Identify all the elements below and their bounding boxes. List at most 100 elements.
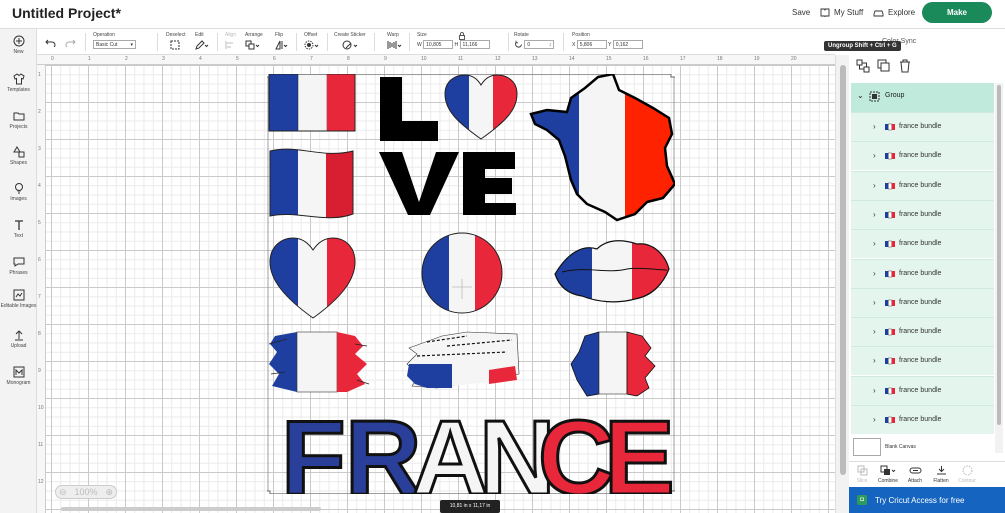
ruler-tick-label: 6	[273, 56, 276, 62]
sidebar-item-editable-images[interactable]: Editable Images	[0, 289, 37, 309]
zoom-in-button[interactable]: ⊕	[105, 487, 113, 498]
explore-button[interactable]: Explore	[873, 8, 915, 17]
layer-row[interactable]: › france bundle	[851, 317, 994, 347]
width-input[interactable]: 10,805	[423, 40, 454, 49]
y-input[interactable]: 0,162	[612, 40, 643, 49]
layer-row[interactable]: › france bundle	[851, 199, 994, 229]
operation-select[interactable]: Basic Cut ▾	[93, 40, 136, 49]
ruler-tick-label: 7	[38, 294, 41, 300]
ruler-tick-label: 1	[38, 72, 41, 78]
layer-group-row[interactable]: ⌄ Group	[851, 83, 994, 112]
chevron-down-icon[interactable]: ⌄	[857, 91, 864, 100]
toolbar-divider	[217, 33, 218, 51]
slice-button[interactable]: Slice	[849, 465, 875, 484]
france-bundle-design[interactable]: F R A N C E	[267, 74, 675, 494]
brush-flag-3	[570, 331, 656, 397]
x-input[interactable]: 5,806	[576, 40, 607, 49]
edit-button[interactable]: Edit	[195, 32, 209, 50]
operation-group: Operation Basic Cut ▾	[93, 32, 136, 49]
layer-label: france bundle	[899, 240, 942, 248]
sidebar-item-text[interactable]: Text	[0, 219, 37, 239]
height-input[interactable]: 11,166	[459, 40, 490, 49]
combine-button[interactable]: Combine	[875, 465, 901, 484]
horizontal-scrollbar[interactable]	[46, 505, 835, 513]
deselect-button[interactable]: Deselect	[166, 32, 186, 50]
my-stuff-button[interactable]: My Stuff	[820, 8, 863, 17]
sidebar-item-new[interactable]: New	[0, 35, 37, 55]
create-sticker-label: Create Sticker	[334, 32, 366, 38]
align-icon	[225, 41, 233, 49]
chevron-right-icon[interactable]: ›	[873, 122, 876, 131]
chevron-right-icon[interactable]: ›	[873, 415, 876, 424]
chevron-right-icon[interactable]: ›	[873, 151, 876, 160]
ruler-tick-label: 3	[162, 56, 165, 62]
flip-button[interactable]: Flip	[275, 32, 288, 50]
ruler-tick-label: 8	[38, 331, 41, 337]
chevron-right-icon[interactable]: ›	[873, 210, 876, 219]
align-label: Align	[225, 32, 237, 38]
chevron-right-icon[interactable]: ›	[873, 386, 876, 395]
layer-row[interactable]: › france bundle	[851, 141, 994, 171]
layer-row[interactable]: › france bundle	[851, 287, 994, 317]
layers-scrollbar[interactable]	[995, 83, 1003, 453]
sidebar-item-phrases[interactable]: Phrases	[0, 256, 37, 276]
rotate-input[interactable]: 0 ↕	[524, 40, 555, 49]
layer-row[interactable]: › france bundle	[851, 112, 994, 141]
warp-button[interactable]: Warp	[387, 32, 402, 49]
sidebar-item-upload[interactable]: Upload	[0, 329, 37, 349]
chevron-right-icon[interactable]: ›	[873, 298, 876, 307]
ruler-tick-label: 16	[643, 56, 649, 62]
align-button[interactable]: Align	[225, 32, 237, 49]
ungroup-icon[interactable]	[856, 59, 870, 73]
layer-row[interactable]: › france bundle	[851, 405, 994, 434]
vertical-scrollbar[interactable]	[835, 55, 849, 513]
chevron-right-icon[interactable]: ›	[873, 239, 876, 248]
layer-row[interactable]: › france bundle	[851, 346, 994, 376]
rotate-group: Rotate 0 ↕	[514, 32, 555, 49]
zoom-out-button[interactable]: ⊖	[59, 487, 67, 498]
slice-icon	[857, 465, 867, 476]
chevron-right-icon[interactable]: ›	[873, 181, 876, 190]
scroll-thumb[interactable]	[61, 507, 321, 511]
chevron-right-icon[interactable]: ›	[873, 327, 876, 336]
layer-thumbnail-icon	[885, 358, 895, 365]
attach-button[interactable]: Attach	[902, 465, 928, 484]
undo-icon[interactable]	[45, 38, 56, 47]
make-button[interactable]: Make	[922, 2, 992, 23]
stepper-icon: ↕	[548, 42, 552, 48]
blank-canvas-label: Blank Canvas	[885, 444, 916, 450]
flatten-button[interactable]: Flatten	[928, 465, 954, 484]
create-sticker-button[interactable]: Create Sticker	[334, 32, 366, 50]
deselect-label: Deselect	[166, 32, 186, 38]
sidebar-item-monogram[interactable]: Monogram	[0, 366, 37, 386]
cricut-access-banner[interactable]: ◘ Try Cricut Access for free	[849, 487, 1005, 513]
chevron-right-icon[interactable]: ›	[873, 269, 876, 278]
chevron-right-icon[interactable]: ›	[873, 356, 876, 365]
arrange-button[interactable]: Arrange	[245, 32, 263, 50]
save-button[interactable]: Save	[792, 8, 810, 17]
sidebar-item-templates[interactable]: Templates	[0, 73, 37, 93]
scroll-thumb[interactable]	[840, 65, 846, 475]
offset-icon	[304, 40, 319, 50]
ruler-tick-label: 18	[717, 56, 723, 62]
sidebar-item-projects[interactable]: Projects	[0, 110, 37, 130]
trash-icon[interactable]	[898, 59, 912, 73]
layer-row[interactable]: › france bundle	[851, 229, 994, 259]
layer-row[interactable]: › france bundle	[851, 258, 994, 288]
layer-row[interactable]: › france bundle	[851, 375, 994, 405]
blank-canvas-swatch[interactable]	[853, 438, 881, 456]
offset-button[interactable]: Offset	[304, 32, 319, 50]
contour-button[interactable]: Contour	[954, 465, 980, 484]
scroll-thumb[interactable]	[997, 85, 1001, 425]
layer-actions: Slice Combine Attach Flatten Contour	[849, 461, 1005, 487]
redo-icon[interactable]	[65, 38, 76, 47]
sidebar-item-images[interactable]: Images	[0, 182, 37, 202]
warp-label: Warp	[387, 32, 399, 38]
text-icon	[14, 220, 23, 230]
duplicate-icon[interactable]	[877, 59, 891, 73]
layer-row[interactable]: › france bundle	[851, 170, 994, 200]
lock-icon[interactable]	[459, 32, 465, 40]
sidebar-item-shapes[interactable]: Shapes	[0, 146, 37, 166]
project-title[interactable]: Untitled Project*	[12, 5, 121, 21]
layer-label: france bundle	[899, 210, 942, 218]
